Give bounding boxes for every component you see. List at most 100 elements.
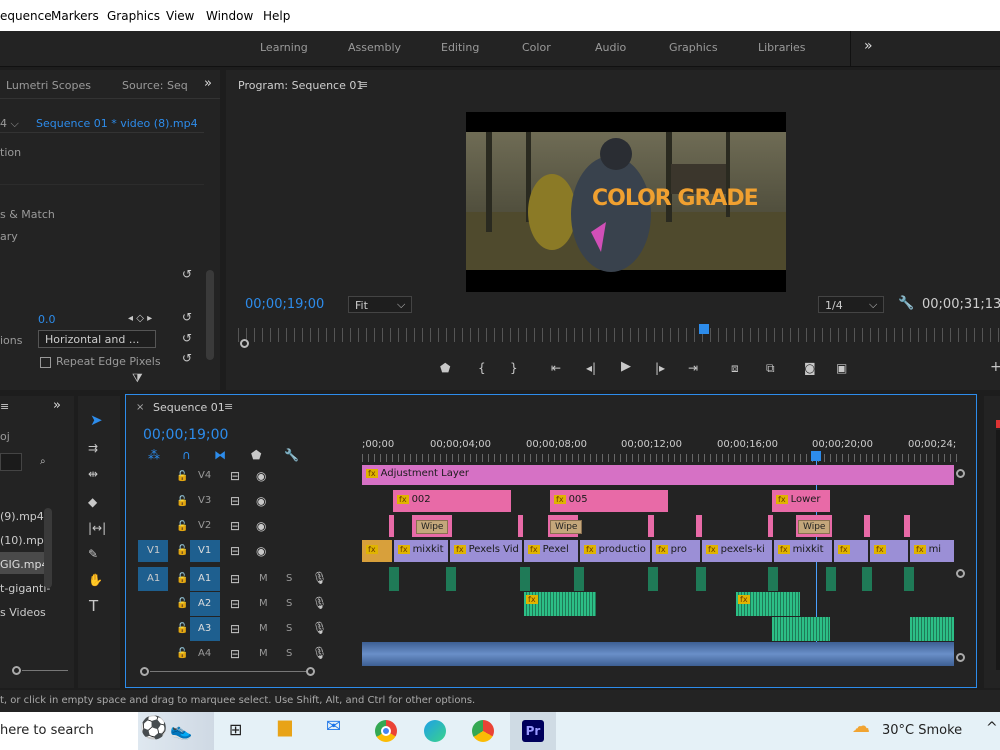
tab-lumetri-scopes[interactable]: Lumetri Scopes [6, 79, 91, 92]
lock-icon[interactable]: 🔓 [176, 598, 188, 610]
solo-button[interactable]: S [286, 623, 292, 634]
menu-window[interactable]: Window [206, 9, 253, 23]
a1-clip[interactable] [648, 567, 658, 591]
add-button-icon[interactable]: + [990, 360, 1000, 374]
a3-clip[interactable] [772, 617, 830, 641]
panel-overflow-icon[interactable]: » [53, 398, 61, 413]
taskbar-search[interactable]: here to search [0, 712, 138, 750]
v1-clip[interactable]: fx Pexel [524, 540, 578, 562]
sync-lock-icon[interactable]: ⊟ [230, 598, 240, 610]
mute-button[interactable]: M [259, 648, 268, 659]
mark-in-icon[interactable]: { [478, 362, 486, 374]
solo-button[interactable]: S [286, 598, 292, 609]
chrome-profile-icon[interactable] [472, 720, 494, 742]
linked-select-icon[interactable]: ⧓ [214, 449, 226, 461]
wrench-icon[interactable]: 🔧 [284, 449, 299, 461]
workspace-editing[interactable]: Editing [441, 41, 479, 54]
lock-icon[interactable]: 🔓 [176, 496, 188, 508]
marker-icon[interactable]: ⬟ [251, 449, 261, 461]
lock-icon[interactable]: 🔓 [176, 471, 188, 483]
reset-icon[interactable]: ↺ [182, 332, 192, 344]
track-target-a3[interactable]: A3 [190, 617, 220, 641]
camera-icon[interactable]: ◙ [804, 362, 816, 374]
v3-clip[interactable]: fx 005 [550, 490, 668, 512]
playhead[interactable] [811, 451, 821, 461]
scroll-handle[interactable] [956, 469, 965, 478]
lock-icon[interactable]: 🔓 [176, 521, 188, 533]
sync-lock-icon[interactable]: ⊟ [230, 495, 240, 507]
v1-clip[interactable]: fx [834, 540, 868, 562]
workspace-learning[interactable]: Learning [260, 41, 308, 54]
menu-icon[interactable]: ≡ [0, 400, 9, 413]
filter-icon[interactable]: ⧩ [132, 372, 143, 384]
mark-out-icon[interactable]: } [510, 362, 518, 374]
workspace-assembly[interactable]: Assembly [348, 41, 401, 54]
a1-clip[interactable] [768, 567, 778, 591]
v1-clip[interactable]: fx pro [652, 540, 700, 562]
time-ruler[interactable]: ;00;00 00;00;04;00 00;00;08;00 00;00;12;… [362, 437, 958, 465]
slip-icon[interactable]: |↔| [88, 522, 106, 534]
file-explorer-icon[interactable]: ▆ [278, 718, 292, 736]
compare-icon[interactable]: ▣ [836, 362, 847, 374]
project-item[interactable]: (9).mp4 [0, 510, 44, 523]
reset-icon[interactable]: ↺ [182, 268, 192, 280]
sync-lock-icon[interactable]: ⊟ [230, 520, 240, 532]
v2-clip[interactable] [768, 515, 773, 537]
go-to-in-icon[interactable]: ⇤ [551, 362, 561, 374]
v2-clip[interactable] [648, 515, 654, 537]
mute-button[interactable]: M [259, 598, 268, 609]
scroll-handle[interactable] [956, 569, 965, 578]
scrollbar[interactable] [206, 270, 214, 360]
workspace-graphics[interactable]: Graphics [669, 41, 718, 54]
search-icon[interactable]: ⌕ [40, 456, 46, 468]
sync-lock-icon[interactable]: ⊟ [230, 545, 240, 557]
param-value[interactable]: 0.0 [38, 313, 56, 326]
workspace-audio[interactable]: Audio [595, 41, 626, 54]
tab-source[interactable]: Source: Seq [122, 79, 188, 92]
a1-clip[interactable] [520, 567, 530, 591]
weather-text[interactable]: 30°C Smoke [882, 723, 962, 738]
workspace-color[interactable]: Color [522, 41, 551, 54]
wipe-transition[interactable]: Wipe [550, 520, 583, 534]
sequence-tab[interactable]: Sequence 01 [153, 401, 225, 414]
extract-icon[interactable]: ⧉ [766, 362, 775, 374]
keyframe-nav-icon[interactable]: ◂ ◇ ▸ [128, 313, 152, 325]
sync-lock-icon[interactable]: ⊟ [230, 470, 240, 482]
zoom-slider-handle[interactable] [12, 666, 21, 675]
eye-icon[interactable]: ◉ [256, 520, 266, 532]
track-select-icon[interactable]: ⇉ [88, 442, 98, 454]
go-to-out-icon[interactable]: ⇥ [688, 362, 698, 374]
menu-sequence[interactable]: equence [0, 9, 52, 23]
a1-clip[interactable] [904, 567, 914, 591]
eye-icon[interactable]: ◉ [256, 470, 266, 482]
ripple-edit-icon[interactable]: ⇹ [88, 468, 98, 480]
menu-help[interactable]: Help [263, 9, 290, 23]
clip-select[interactable]: Sequence 01 * video (8).mp4 [36, 117, 198, 130]
sync-lock-icon[interactable]: ⊟ [230, 573, 240, 585]
project-item[interactable]: s Videos [0, 606, 46, 619]
v2-clip[interactable] [518, 515, 523, 537]
a1-clip[interactable] [826, 567, 836, 591]
a2-clip[interactable]: fx [524, 592, 596, 616]
lock-icon[interactable]: 🔓 [176, 623, 188, 635]
a1-clip[interactable] [574, 567, 584, 591]
wipe-transition[interactable]: Wipe [416, 520, 449, 534]
project-item[interactable]: t-giganti- [0, 582, 50, 595]
timeline-timecode[interactable]: 00;00;19;00 [143, 427, 228, 443]
sync-lock-icon[interactable]: ⊟ [230, 623, 240, 635]
mail-icon[interactable]: ✉ [326, 718, 341, 736]
close-icon[interactable]: × [136, 402, 144, 413]
v2-clip[interactable] [696, 515, 702, 537]
edge-dropdown[interactable]: Horizontal and ... [38, 330, 156, 348]
a1-clip[interactable] [446, 567, 456, 591]
microphone-icon[interactable]: 🎙 [312, 647, 327, 659]
workspace-overflow-icon[interactable]: » [864, 38, 873, 54]
lock-icon[interactable]: 🔓 [176, 573, 188, 585]
track-target-v1[interactable]: V1 [190, 540, 220, 562]
reset-icon[interactable]: ↺ [182, 352, 192, 364]
solo-button[interactable]: S [286, 573, 292, 584]
menu-icon[interactable]: ≡ [359, 78, 368, 91]
adjustment-layer-clip[interactable]: fx Adjustment Layer [362, 465, 954, 485]
track-target-a2[interactable]: A2 [190, 592, 220, 616]
v1-clip[interactable]: fx pexels-ki [702, 540, 772, 562]
